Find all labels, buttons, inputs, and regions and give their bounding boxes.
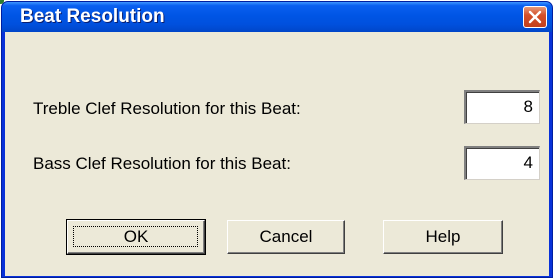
screen: Beat Resolution Treble Clef Resolution f… <box>0 0 554 279</box>
help-button-label: Help <box>425 227 461 246</box>
bass-resolution-input[interactable]: 4 <box>464 146 540 180</box>
ok-button[interactable]: OK <box>66 219 206 255</box>
close-button[interactable] <box>523 6 547 28</box>
title-bar[interactable]: Beat Resolution <box>2 2 552 32</box>
cancel-button-label: Cancel <box>259 227 313 246</box>
cancel-button[interactable]: Cancel <box>227 220 345 254</box>
help-button[interactable]: Help <box>383 220 503 254</box>
focus-indicator <box>73 226 198 247</box>
window-title: Beat Resolution <box>20 6 165 27</box>
treble-resolution-input[interactable]: 8 <box>464 90 540 124</box>
dialog-body: Treble Clef Resolution for this Beat: 8 … <box>5 32 549 276</box>
treble-resolution-label: Treble Clef Resolution for this Beat: <box>33 99 301 118</box>
bass-resolution-label: Bass Clef Resolution for this Beat: <box>33 154 291 173</box>
dialog-window: Beat Resolution Treble Clef Resolution f… <box>1 1 553 278</box>
